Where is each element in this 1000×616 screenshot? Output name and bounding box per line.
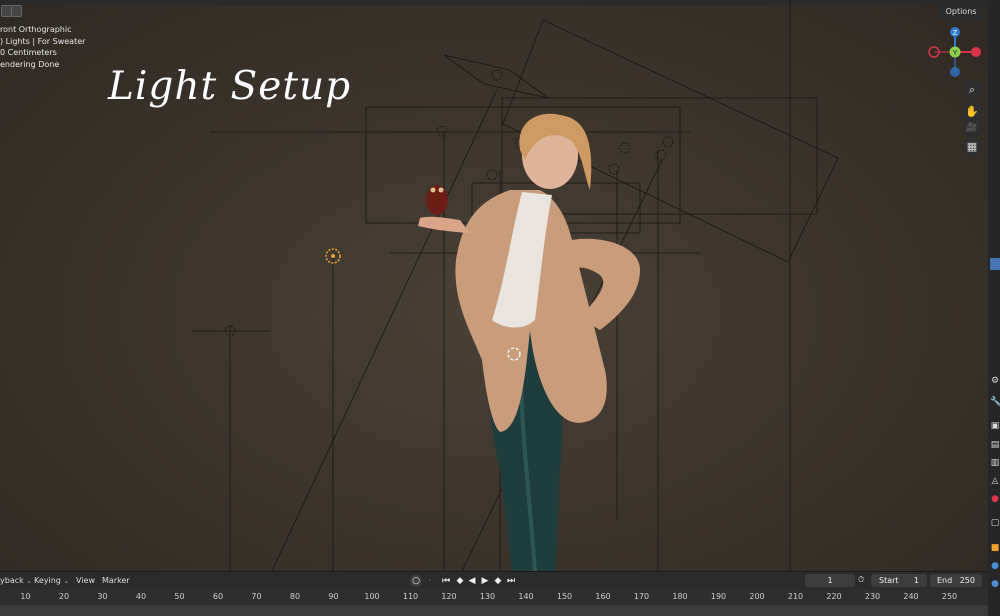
stopwatch-icon[interactable]: ⏱	[858, 575, 864, 585]
character-model	[418, 113, 640, 571]
video-title-overlay: Light Setup	[108, 64, 352, 109]
marker-menu[interactable]: Marker	[102, 576, 130, 585]
output-icon[interactable]: ▤	[990, 440, 1000, 450]
camera-icon[interactable]: 🎥	[962, 118, 982, 138]
render-status-text: endering Done	[0, 59, 60, 69]
start-value: 1	[913, 576, 919, 585]
ruler-tick-label: 180	[672, 592, 688, 601]
timeline-ruler[interactable]: 10 20 30 40 50 60 70 80 90 100 110 120 130 140 150 160 1…	[0, 589, 988, 605]
ruler-tick-label: 70	[251, 592, 262, 601]
light-icon	[662, 136, 674, 148]
region-toggle-tab[interactable]	[990, 258, 1000, 270]
ruler-tick-label: 150	[556, 592, 573, 601]
ruler-tick-label: 250	[941, 592, 958, 601]
grid-icon[interactable]: ▦	[962, 137, 982, 157]
ruler-tick-label: 130	[479, 592, 496, 601]
ruler-tick-label: 40	[135, 592, 147, 601]
timeline-track-area[interactable]	[0, 605, 988, 616]
ruler-tick-label: 30	[97, 592, 108, 601]
jump-keyframe-back-button[interactable]: ◆	[454, 575, 466, 587]
light-icon	[608, 163, 620, 175]
ruler-tick-label: 240	[903, 592, 919, 601]
ruler-tick-label: 160	[595, 592, 611, 601]
render-icon[interactable]: ▣	[990, 421, 1000, 431]
viewport-info-overlay: ront Orthographic ) Lights | For Sweater…	[0, 24, 85, 70]
timeline-header: yback ⌄ Keying ⌄ View Marker ○ · ⏮ ◆ ◀ ▶…	[0, 571, 988, 590]
light-icon	[491, 69, 503, 81]
gizmo-neg-z-axis	[950, 67, 960, 77]
light-icon	[619, 142, 631, 154]
ruler-tick-label: 10	[20, 592, 31, 601]
jump-start-button[interactable]: ⏮	[440, 575, 452, 587]
navigation-gizmo[interactable]: Z Y	[926, 24, 984, 80]
ruler-tick-label: 100	[364, 592, 380, 601]
ruler-tick-label: 230	[864, 592, 881, 601]
constraint-icon[interactable]: ●	[990, 579, 1000, 589]
ruler-tick-label: 60	[212, 592, 224, 601]
options-button[interactable]: Options	[938, 5, 984, 19]
light-icon	[655, 149, 667, 161]
gizmo-x-axis	[971, 47, 981, 57]
record-button[interactable]: ○	[410, 575, 422, 587]
tool-icon[interactable]: ⚙	[990, 376, 1000, 386]
ruler-tick-label: 110	[402, 592, 419, 601]
collection-text: ) Lights | For Sweater	[0, 36, 86, 46]
play-button[interactable]: ▶	[479, 575, 491, 587]
ruler-tick-label: 80	[289, 592, 301, 601]
light-icon	[486, 169, 498, 181]
world-icon[interactable]: ●	[990, 494, 1000, 504]
3d-viewport[interactable]: ront Orthographic ) Lights | For Sweater…	[0, 0, 988, 571]
ruler-tick-label: 210	[787, 592, 804, 601]
view-layer-icon[interactable]: ▥	[990, 458, 1000, 468]
ruler-tick-label: 140	[518, 592, 534, 601]
start-label: Start	[879, 576, 899, 585]
light-icon	[436, 125, 448, 137]
ruler-tick-label: 50	[174, 592, 185, 601]
keying-menu[interactable]: Keying ⌄	[34, 576, 69, 585]
ruler-tick-label: 220	[826, 592, 842, 601]
modifier-icon[interactable]: ●	[990, 561, 1000, 571]
ruler-tick-label: 90	[328, 592, 339, 601]
selected-light-center	[331, 254, 335, 258]
object-icon[interactable]: ■	[990, 543, 1000, 553]
ruler-tick-label: 190	[710, 592, 727, 601]
ruler-tick-label: 120	[441, 592, 457, 601]
ruler-tick-label: 200	[749, 592, 765, 601]
zoom-icon[interactable]: ⌕	[962, 80, 982, 100]
start-frame-field[interactable]: Start 1	[871, 574, 927, 587]
wrench-icon[interactable]: 🔧	[990, 397, 1000, 407]
end-frame-field[interactable]: End 250	[930, 574, 982, 587]
view-name-text: ront Orthographic	[0, 25, 72, 34]
jump-end-button[interactable]: ⏭	[505, 575, 517, 587]
view-menu[interactable]: View	[76, 576, 95, 585]
auto-key-icon[interactable]: ·	[424, 575, 436, 587]
current-frame-field[interactable]: 1	[805, 574, 855, 587]
scene-icon[interactable]: ◬	[990, 476, 1000, 486]
end-label: End	[937, 576, 953, 585]
light-guide-line	[271, 89, 498, 571]
gizmo-y-label: Y	[952, 49, 958, 57]
ruler-tick-label: 20	[58, 592, 70, 601]
gizmo-z-label: Z	[953, 29, 958, 37]
grid-scale-text: 0 Centimeters	[0, 48, 57, 57]
playback-menu[interactable]: yback ⌄	[0, 576, 32, 585]
end-value: 250	[959, 576, 975, 585]
ruler-tick-label: 170	[633, 592, 650, 601]
play-reverse-button[interactable]: ◀	[466, 575, 478, 587]
collection-icon[interactable]: ▢	[990, 518, 1000, 528]
jump-keyframe-forward-button[interactable]: ◆	[492, 575, 504, 587]
